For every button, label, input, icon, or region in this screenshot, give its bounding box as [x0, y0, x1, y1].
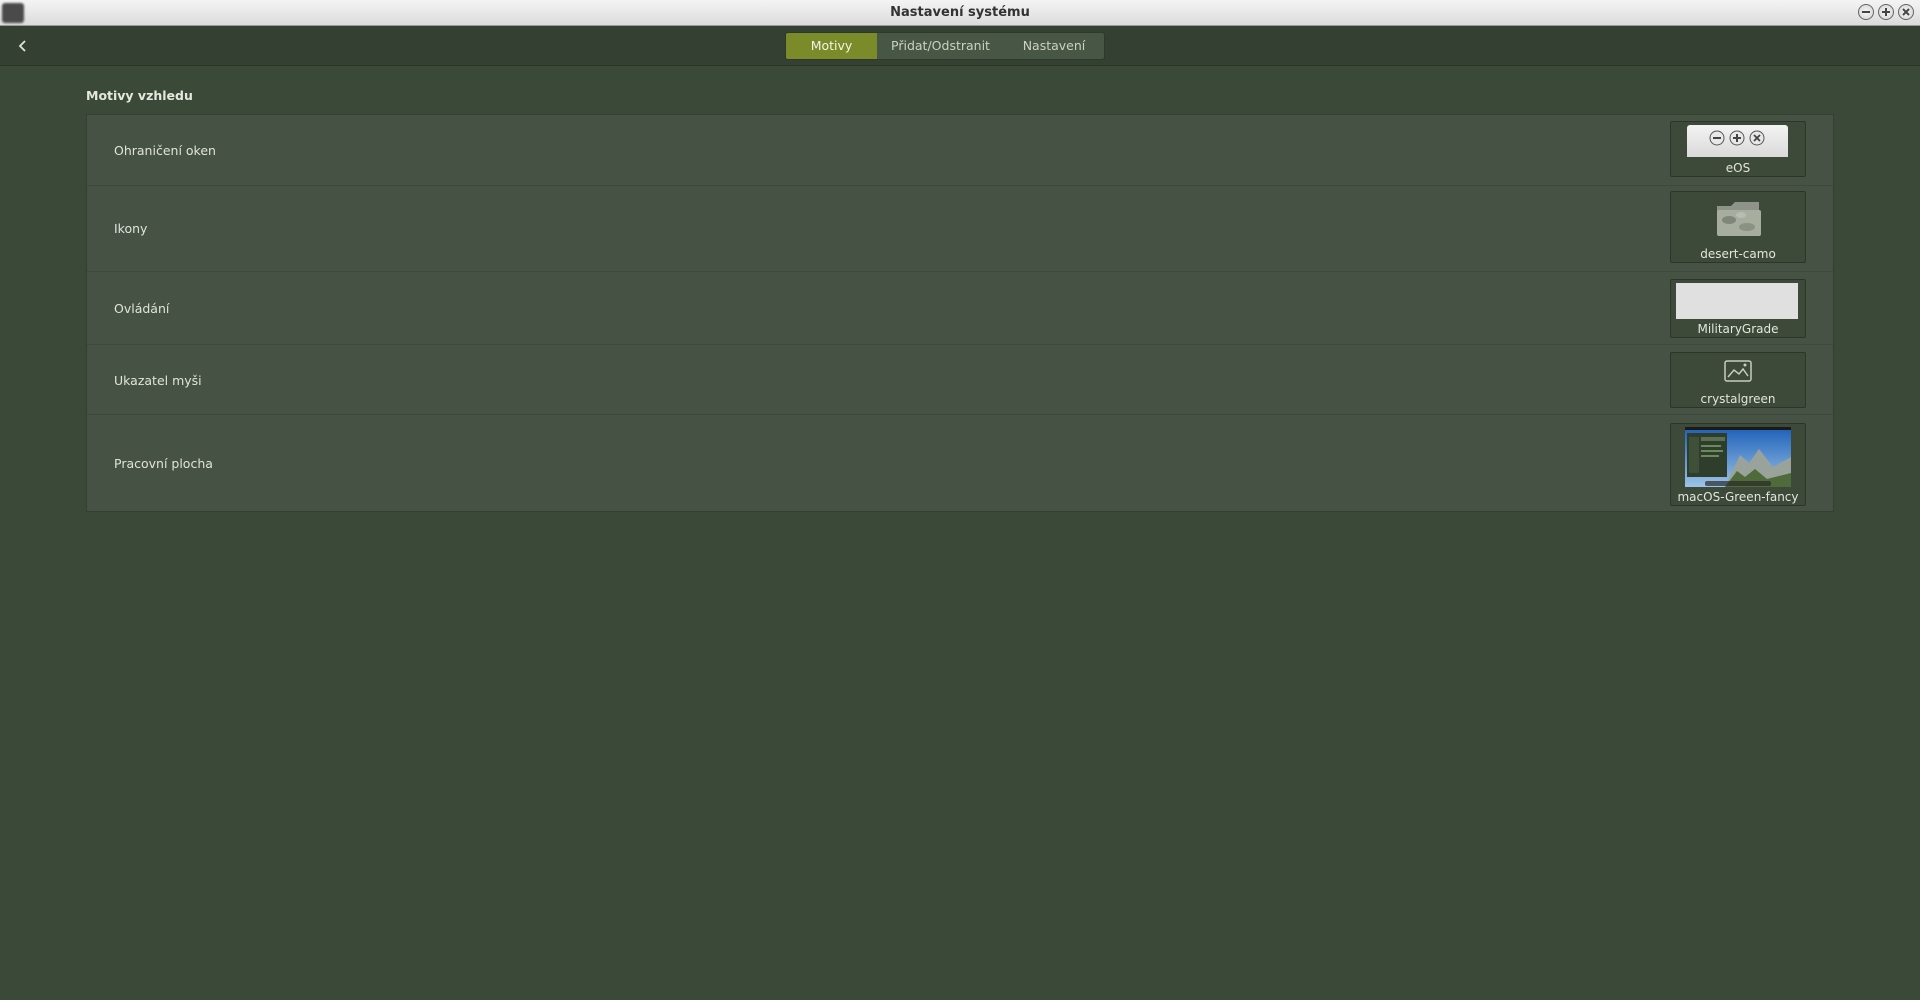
tab-add-remove[interactable]: Přidat/Odstranit	[877, 33, 1004, 59]
image-placeholder-icon	[1724, 360, 1752, 382]
window-buttons-preview-icon	[1709, 130, 1765, 146]
row-desktop: Pracovní plocha macOS-Green-fancy	[87, 415, 1833, 512]
window-controls	[1858, 4, 1914, 20]
theme-name: MilitaryGrade	[1697, 322, 1779, 336]
folder-icon	[1717, 202, 1761, 236]
theme-name: macOS-Green-fancy	[1677, 490, 1799, 504]
window-title: Nastavení systému	[890, 5, 1030, 20]
window-borders-theme-button[interactable]: eOS	[1670, 121, 1806, 177]
row-label: Ohraničení oken	[114, 143, 216, 158]
back-button[interactable]	[12, 35, 34, 57]
minimize-button[interactable]	[1858, 4, 1874, 20]
toolbar: Motivy vzhledu Přidat/Odstranit Nastaven…	[0, 26, 1920, 66]
tab-settings[interactable]: Nastavení	[1004, 33, 1104, 59]
maximize-button[interactable]	[1878, 4, 1894, 20]
row-controls: Ovládání MilitaryGrade	[87, 272, 1833, 345]
window-titlebar: Nastavení systému	[0, 0, 1920, 26]
row-icons: Ikony desert-camo	[87, 186, 1833, 272]
desktop-screenshot-preview	[1685, 427, 1791, 487]
theme-name: eOS	[1725, 161, 1751, 175]
icons-theme-button[interactable]: desert-camo	[1670, 191, 1806, 263]
theme-name: crystalgreen	[1700, 392, 1776, 406]
theme-name: desert-camo	[1700, 247, 1776, 261]
view-switcher: Motivy vzhledu Přidat/Odstranit Nastaven…	[785, 32, 1105, 60]
row-label: Pracovní plocha	[114, 456, 213, 471]
row-window-borders: Ohraničení oken eOS	[87, 115, 1833, 186]
themes-panel: Ohraničení oken eOS Ikony desert-camo Ov…	[86, 114, 1834, 512]
row-label: Ukazatel myši	[114, 373, 202, 388]
controls-theme-button[interactable]: MilitaryGrade	[1670, 279, 1806, 338]
section-title: Motivy vzhledu	[86, 88, 193, 103]
close-icon	[1902, 8, 1910, 16]
chevron-left-icon	[18, 40, 26, 52]
minimize-icon	[1862, 11, 1870, 13]
cursor-theme-button[interactable]: crystalgreen	[1670, 352, 1806, 408]
controls-preview	[1676, 283, 1798, 319]
close-button[interactable]	[1898, 4, 1914, 20]
row-label: Ikony	[114, 221, 148, 236]
row-label: Ovládání	[114, 301, 170, 316]
desktop-theme-button[interactable]: macOS-Green-fancy	[1670, 423, 1806, 506]
maximize-icon	[1882, 8, 1890, 16]
tab-themes[interactable]: Motivy vzhledu	[786, 33, 877, 59]
row-cursor: Ukazatel myši crystalgreen	[87, 345, 1833, 415]
window-decoration-preview	[1687, 125, 1788, 157]
